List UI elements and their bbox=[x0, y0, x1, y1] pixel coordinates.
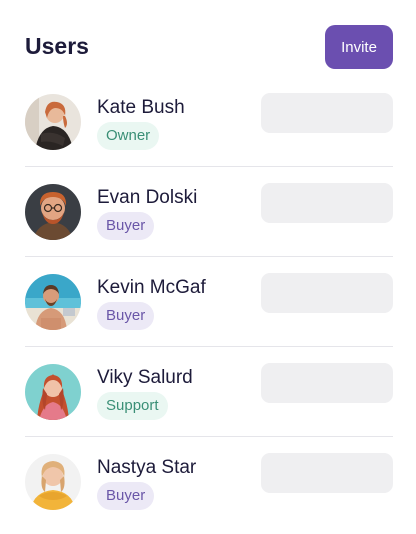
user-row[interactable]: Nastya Star Buyer bbox=[0, 437, 416, 527]
avatar bbox=[25, 184, 81, 240]
placeholder-field bbox=[261, 93, 393, 133]
role-badge: Buyer bbox=[97, 482, 155, 510]
placeholder-field bbox=[261, 273, 393, 313]
avatar bbox=[25, 364, 81, 420]
placeholder-field bbox=[261, 453, 393, 493]
avatar bbox=[25, 94, 81, 150]
user-name: Evan Dolski bbox=[97, 187, 198, 208]
placeholder-field bbox=[261, 363, 393, 403]
user-list: Kate Bush Owner Evan Dolski Buyer Kevin … bbox=[0, 77, 416, 527]
page-title: Users bbox=[25, 33, 89, 59]
role-badge: Owner bbox=[97, 122, 160, 150]
role-badge: Buyer bbox=[97, 212, 155, 240]
user-name: Nastya Star bbox=[97, 457, 197, 478]
placeholder-field bbox=[261, 183, 393, 223]
role-badge: Buyer bbox=[97, 302, 155, 330]
invite-button[interactable]: Invite bbox=[325, 25, 393, 69]
avatar bbox=[25, 454, 81, 510]
user-name: Kate Bush bbox=[97, 97, 185, 118]
user-row[interactable]: Viky Salurd Support bbox=[0, 347, 416, 437]
user-row[interactable]: Evan Dolski Buyer bbox=[0, 167, 416, 257]
avatar bbox=[25, 274, 81, 330]
user-name: Kevin McGaf bbox=[97, 277, 206, 298]
users-panel: Users Invite Kate Bush Owner Evan Dolski… bbox=[0, 0, 416, 534]
user-row[interactable]: Kevin McGaf Buyer bbox=[0, 257, 416, 347]
role-badge: Support bbox=[97, 392, 168, 420]
user-name: Viky Salurd bbox=[97, 367, 193, 388]
user-row[interactable]: Kate Bush Owner bbox=[0, 77, 416, 167]
